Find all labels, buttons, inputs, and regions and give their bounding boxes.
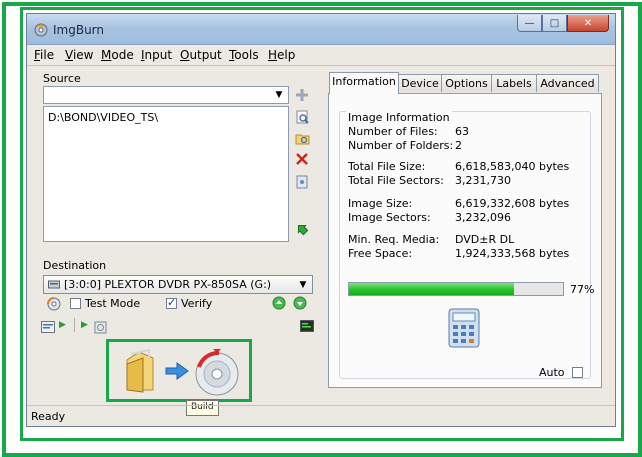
disc-queue-icon[interactable]: [94, 321, 107, 337]
menu-help[interactable]: Help: [268, 48, 295, 62]
browse-file-icon[interactable]: [294, 109, 310, 125]
minimize-icon: —: [524, 17, 535, 29]
tab-information-label: Information: [332, 75, 396, 88]
tab-advanced[interactable]: Advanced: [536, 74, 599, 92]
info-label: Image Size:: [348, 197, 413, 210]
auto-checkbox[interactable]: [572, 367, 583, 378]
auto-label: Auto: [539, 366, 565, 379]
speed-down-icon[interactable]: [293, 296, 307, 313]
image-information-group: Image Information Number of Files: 63 Nu…: [339, 111, 595, 379]
menu-view[interactable]: View: [65, 48, 93, 62]
destination-drive-select[interactable]: [3:0:0] PLEXTOR DVDR PX-850SA (G:) ▼: [43, 275, 313, 294]
image-information-title: Image Information: [346, 111, 452, 124]
toolbar-separator: [74, 318, 75, 332]
info-label: Image Sectors:: [348, 211, 431, 224]
close-button[interactable]: ✕: [567, 15, 609, 32]
tab-options-label: Options: [445, 77, 488, 90]
play-arrow-icon[interactable]: ▶: [59, 320, 66, 330]
verify-label: Verify: [181, 297, 213, 310]
source-path-item[interactable]: D:\BOND\VIDEO_TS\: [48, 111, 158, 124]
window-title: ImgBurn: [53, 23, 105, 37]
source-file-list[interactable]: D:\BOND\VIDEO_TS\: [43, 106, 289, 242]
menu-separator: [27, 65, 615, 66]
menu-tools[interactable]: Tools: [229, 48, 259, 62]
write-mode-icon[interactable]: [294, 221, 310, 237]
info-value: 6,619,332,608 bytes: [455, 197, 570, 210]
info-value: 1,924,333,568 bytes: [455, 247, 570, 260]
status-bar: Ready: [27, 405, 615, 426]
maximize-icon: □: [549, 17, 560, 29]
chevron-down-icon[interactable]: ▼: [296, 278, 310, 292]
info-label: Total File Sectors:: [348, 174, 444, 187]
source-combo[interactable]: ▼: [43, 86, 289, 104]
info-label: Number of Files:: [348, 125, 438, 138]
info-value: 63: [455, 125, 469, 138]
menu-bar: File View Mode Input Output Tools Help: [27, 45, 615, 65]
close-icon: ✕: [583, 17, 593, 29]
remove-icon[interactable]: [294, 151, 310, 167]
tab-labels-label: Labels: [496, 77, 532, 90]
info-label: Free Space:: [348, 247, 413, 260]
calculate-icon[interactable]: [294, 174, 310, 190]
source-folder-icon: [123, 348, 157, 397]
tab-options[interactable]: Options: [441, 74, 492, 92]
test-mode-label: Test Mode: [85, 297, 141, 310]
browse-folder-icon[interactable]: [294, 130, 310, 146]
test-mode-checkbox[interactable]: [70, 298, 81, 309]
imgburn-app-icon: [34, 23, 48, 37]
drive-icon: [48, 279, 60, 293]
build-button[interactable]: [106, 339, 252, 402]
destination-drive-value: [3:0:0] PLEXTOR DVDR PX-850SA (G:): [64, 278, 272, 291]
menu-file[interactable]: File: [34, 48, 54, 62]
title-bar[interactable]: ImgBurn — □ ✕: [27, 14, 615, 45]
log-window-icon[interactable]: [41, 321, 55, 336]
arrow-right-icon: [165, 362, 189, 383]
tab-labels[interactable]: Labels: [491, 74, 537, 92]
destination-label: Destination: [43, 259, 107, 272]
drive-info-icon[interactable]: [47, 297, 61, 314]
menu-output[interactable]: Output: [180, 48, 222, 62]
info-value: DVD±R DL: [455, 233, 515, 246]
speed-up-icon[interactable]: [272, 296, 286, 313]
progress-percent-label: 77%: [570, 283, 595, 296]
menu-mode[interactable]: Mode: [101, 48, 134, 62]
info-value: 3,231,730: [455, 174, 511, 187]
calculator-icon[interactable]: [448, 308, 480, 351]
tab-device[interactable]: Device: [398, 74, 442, 92]
terminal-icon[interactable]: [300, 320, 314, 335]
maximize-button[interactable]: □: [542, 15, 567, 32]
info-label: Min. Req. Media:: [348, 233, 440, 246]
info-label: Number of Folders:: [348, 139, 454, 152]
progress-fill: [349, 283, 514, 295]
free-space-progress-bar: [348, 282, 564, 296]
tab-information[interactable]: Information: [329, 72, 399, 94]
imgburn-window: ImgBurn — □ ✕ File View Mode Input Outpu…: [26, 13, 616, 427]
disc-burn-icon: [193, 347, 241, 400]
queue-play-icon[interactable]: ▶: [81, 320, 88, 330]
add-file-icon[interactable]: [294, 87, 310, 103]
info-value: 3,232,096: [455, 211, 511, 224]
info-value: 2: [455, 139, 462, 152]
chevron-down-icon[interactable]: ▼: [272, 88, 286, 102]
source-label: Source: [43, 72, 81, 85]
verify-checkbox[interactable]: [166, 296, 177, 309]
status-text: Ready: [31, 410, 66, 423]
info-label: Total File Size:: [348, 160, 426, 173]
tab-advanced-label: Advanced: [540, 77, 595, 90]
info-value: 6,618,583,040 bytes: [455, 160, 570, 173]
menu-input[interactable]: Input: [141, 48, 172, 62]
tab-device-label: Device: [401, 77, 439, 90]
minimize-button[interactable]: —: [517, 15, 542, 32]
information-panel: Image Information Number of Files: 63 Nu…: [328, 93, 602, 388]
